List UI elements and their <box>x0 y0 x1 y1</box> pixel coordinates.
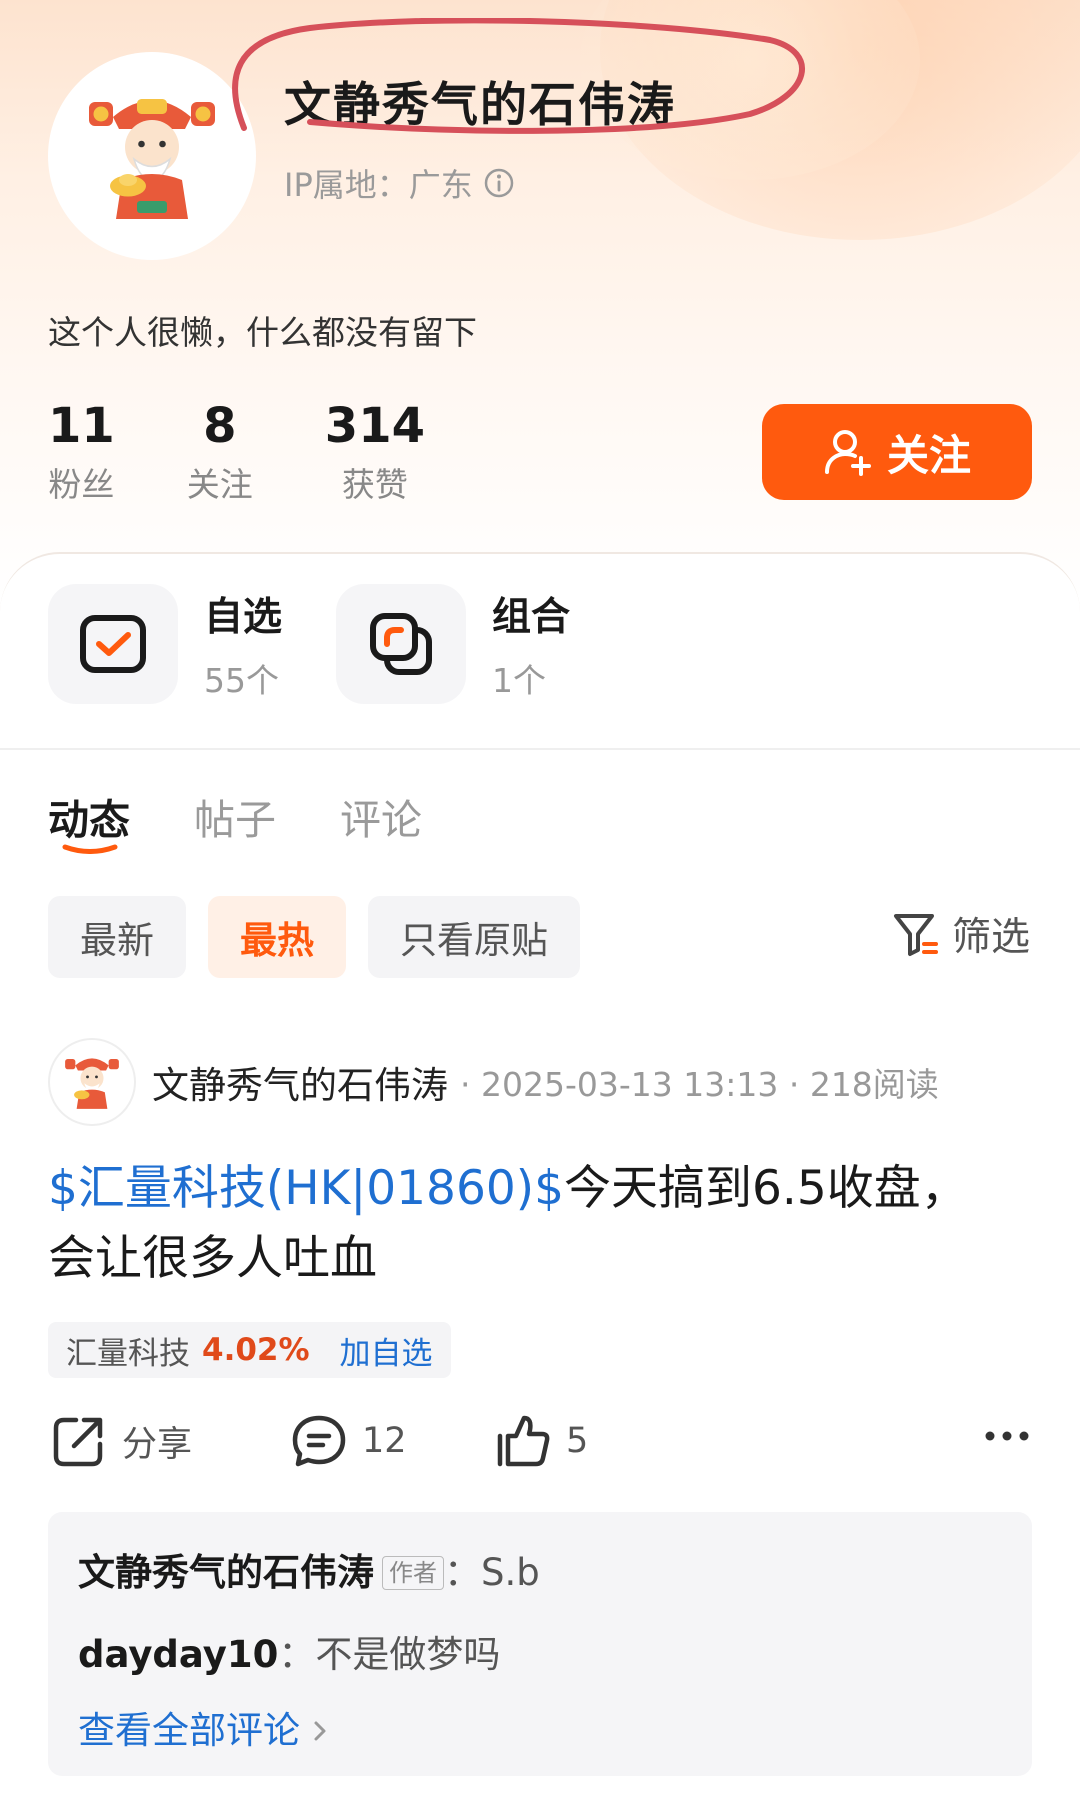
fortune-god-avatar-icon <box>89 99 215 219</box>
like-button[interactable]: 5 <box>494 1412 588 1470</box>
stat-likes-value: 314 <box>324 398 425 454</box>
author-badge: 作者 <box>382 1556 444 1590</box>
tab-activity-label: 动态 <box>48 796 130 844</box>
comment-preview: 文静秀气的石伟涛 作者 ： S.b dayday10 ： 不是做梦吗 查看全部评… <box>48 1512 1032 1776</box>
profile-stats: 11 粉丝 8 关注 314 获赞 <box>48 398 497 506</box>
info-icon[interactable] <box>483 167 515 199</box>
tab-comments-label: 评论 <box>340 796 422 844</box>
add-to-watchlist-button[interactable]: 加自选 <box>340 1328 433 1373</box>
post-header: 文静秀气的石伟涛 · 2025-03-13 13:13 · 218阅读 <box>48 1038 939 1126</box>
post-text-part2: 会让很多人吐血 <box>48 1231 377 1286</box>
comment-count: 12 <box>362 1421 407 1461</box>
filter-button-label: 筛选 <box>951 915 1030 960</box>
comment-separator: ： <box>444 1551 481 1594</box>
tab-posts-label: 帖子 <box>194 796 276 844</box>
comment-user[interactable]: 文静秀气的石伟涛 <box>78 1532 374 1614</box>
checkbox-check-icon <box>80 615 146 673</box>
stat-following-value: 8 <box>203 398 237 454</box>
like-count: 5 <box>566 1421 589 1461</box>
stat-followers[interactable]: 11 粉丝 <box>48 398 115 506</box>
share-button[interactable]: 分享 <box>50 1412 192 1470</box>
stock-tag-name: 汇量科技 <box>66 1335 190 1372</box>
watchlist-title: 自选 <box>204 595 283 640</box>
ip-location-text: IP属地：广东 <box>284 166 473 204</box>
share-label: 分享 <box>122 1424 193 1465</box>
post-author[interactable]: 文静秀气的石伟涛 <box>152 1055 448 1109</box>
stat-likes: 314 获赞 <box>325 398 425 506</box>
stat-followers-label: 粉丝 <box>48 465 115 504</box>
stock-tag-change: 4.02% <box>202 1332 310 1368</box>
comment-separator: ： <box>278 1633 316 1676</box>
portfolio-entry[interactable]: 组合 1个 <box>336 584 570 704</box>
add-user-icon <box>824 430 871 476</box>
comment-icon <box>292 1415 346 1467</box>
ip-location: IP属地：广东 <box>284 160 515 206</box>
view-all-comments-link[interactable]: 查看全部评论 <box>78 1696 1002 1766</box>
chevron-right-icon <box>314 1721 326 1741</box>
content-card: 自选 55个 组合 1个 动态 帖子 评论 最新 最热 只看原贴 筛选 文静秀气… <box>0 552 1080 1796</box>
chip-hottest[interactable]: 最热 <box>208 896 346 978</box>
post-meta: · 2025-03-13 13:13 · 218阅读 <box>460 1065 939 1104</box>
share-icon <box>53 1417 103 1467</box>
comment-item[interactable]: dayday10 ： 不是做梦吗 <box>78 1614 1002 1696</box>
watchlist-icon-box <box>48 584 178 704</box>
chip-latest[interactable]: 最新 <box>48 896 186 978</box>
more-icon[interactable] <box>984 1430 1030 1442</box>
filter-icon <box>893 914 938 956</box>
stock-link[interactable]: $汇量科技(HK|01860)$ <box>48 1161 564 1216</box>
thumbs-up-icon <box>497 1415 550 1467</box>
view-all-label: 查看全部评论 <box>78 1709 300 1752</box>
post-text-part1: 今天搞到6.5收盘， <box>564 1161 968 1216</box>
portfolio-icon-box <box>336 584 466 704</box>
comment-button[interactable]: 12 <box>290 1412 407 1470</box>
comment-user[interactable]: dayday10 <box>78 1614 278 1696</box>
hand-drawn-circle-annotation <box>232 18 805 134</box>
filter-button[interactable]: 筛选 <box>892 906 1030 962</box>
watchlist-count: 55个 <box>204 661 279 700</box>
tab-activity[interactable]: 动态 <box>48 786 130 854</box>
content-tabs: 动态 帖子 评论 <box>48 786 486 854</box>
watchlist-entry[interactable]: 自选 55个 <box>48 584 282 704</box>
tab-posts[interactable]: 帖子 <box>194 786 276 846</box>
active-tab-indicator <box>62 844 118 854</box>
follow-button-label: 关注 <box>886 430 971 480</box>
avatar[interactable] <box>48 52 256 260</box>
stat-following-label: 关注 <box>186 465 253 504</box>
divider <box>0 748 1080 750</box>
stat-likes-label: 获赞 <box>341 465 408 504</box>
comment-item[interactable]: 文静秀气的石伟涛 作者 ： S.b <box>78 1532 1002 1614</box>
stat-following[interactable]: 8 关注 <box>187 398 253 506</box>
chip-original-only[interactable]: 只看原贴 <box>368 896 580 978</box>
comment-text: 不是做梦吗 <box>315 1633 501 1676</box>
tab-comments[interactable]: 评论 <box>340 786 422 846</box>
layers-icon <box>370 613 432 675</box>
stock-tag[interactable]: 汇量科技 4.02% 加自选 <box>48 1322 451 1378</box>
sort-chips: 最新 最热 只看原贴 <box>48 896 602 978</box>
bio: 这个人很懒，什么都没有留下 <box>48 313 477 352</box>
post-content[interactable]: $汇量科技(HK|01860)$今天搞到6.5收盘， 会让很多人吐血 <box>48 1154 1038 1294</box>
stat-followers-value: 11 <box>48 398 115 454</box>
post-actions: 分享 12 5 <box>50 1412 1030 1482</box>
post-avatar[interactable] <box>48 1038 136 1126</box>
comment-text: S.b <box>481 1551 540 1594</box>
fortune-god-avatar-icon <box>65 1058 119 1109</box>
follow-button[interactable]: 关注 <box>762 404 1032 500</box>
portfolio-title: 组合 <box>492 595 571 640</box>
portfolio-count: 1个 <box>492 661 546 700</box>
